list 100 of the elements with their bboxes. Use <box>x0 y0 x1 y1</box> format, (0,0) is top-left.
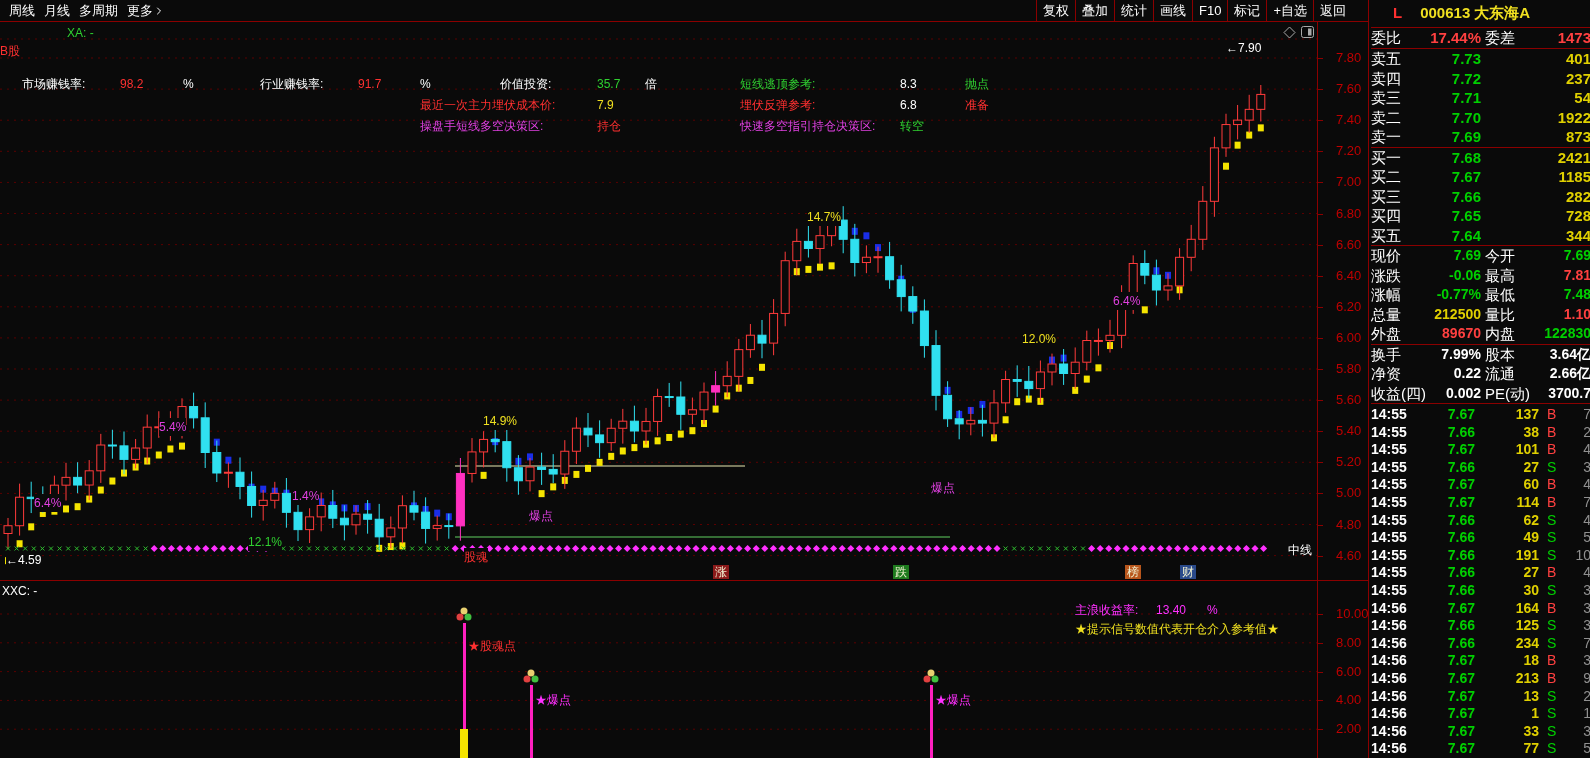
tick-price: 7.66 <box>1446 511 1475 530</box>
tick-volume: 1 <box>1530 705 1539 723</box>
toolbar-button[interactable]: 统计 <box>1114 0 1153 21</box>
event-tag[interactable]: 财 <box>1180 565 1196 579</box>
tick-count: 1 <box>1582 705 1590 723</box>
period-tab[interactable]: 周线 <box>9 0 35 21</box>
axis-label: 6.40 <box>1336 268 1362 283</box>
trend-label: 中线 <box>1288 542 1312 559</box>
toolbar-button[interactable]: 标记 <box>1227 0 1267 21</box>
indicator-value: 7.9 <box>597 96 615 114</box>
axis-label: 7.60 <box>1336 82 1362 97</box>
chart-annotation: 5.4% <box>159 418 187 436</box>
signal-note: ★提示信号数值代表开仓介入参考值★ <box>1075 621 1279 638</box>
tick-price: 7.67 <box>1446 652 1475 670</box>
quote-label: 净资 <box>1371 364 1402 384</box>
quote-value: 7.69 <box>1452 246 1481 265</box>
tick-time: 14:56 <box>1371 740 1408 758</box>
tick-time: 14:55 <box>1371 406 1408 424</box>
tick-price: 7.67 <box>1446 406 1475 424</box>
tick-side: B <box>1546 652 1558 670</box>
tick-side: S <box>1546 511 1558 530</box>
indicator-unit: 倍 <box>645 75 658 93</box>
event-tag[interactable]: 榜 <box>1125 565 1141 579</box>
tick-count: 3 <box>1582 458 1590 477</box>
tick-price: 7.66 <box>1446 564 1475 582</box>
period-tab[interactable]: 多周期 <box>79 0 118 21</box>
tick-volume: 30 <box>1522 581 1539 600</box>
indicator-value: 6.8 <box>900 96 918 114</box>
indicator-label: 快速多空指引持仓决策区: <box>740 117 877 135</box>
toolbar-button[interactable]: F10 <box>1192 0 1228 21</box>
order-level-label: 卖五 <box>1371 49 1402 69</box>
tick-volume: 27 <box>1522 458 1539 477</box>
tick-time: 14:56 <box>1371 705 1408 723</box>
field-label: 委差 <box>1484 28 1516 48</box>
tick-price: 7.66 <box>1446 546 1475 565</box>
tick-price: 7.66 <box>1446 581 1475 600</box>
tick-time: 14:55 <box>1371 511 1408 530</box>
order-price: 7.67 <box>1450 167 1481 187</box>
order-level-label: 卖三 <box>1371 88 1402 108</box>
tick-side: S <box>1546 740 1558 758</box>
axis-label: 2.00 <box>1336 722 1362 737</box>
period-tab[interactable]: 月线 <box>44 0 70 21</box>
event-tag[interactable]: 涨 <box>713 565 729 579</box>
return-value: 13.40 <box>1156 602 1187 619</box>
signal-label: ★爆点 <box>535 692 571 709</box>
tick-time: 14:55 <box>1371 458 1408 477</box>
signal-volume-bar <box>460 729 468 758</box>
toolbar-button[interactable]: 画线 <box>1153 0 1192 21</box>
signal-balls-icon <box>923 669 939 685</box>
field-label: 委比 <box>1371 28 1402 48</box>
high-price-label: ←7.90 <box>1226 40 1262 57</box>
quote-label: 总量 <box>1371 304 1402 324</box>
quote-value: 3700.7 <box>1547 383 1590 403</box>
chart-annotation: 爆点 <box>931 479 955 497</box>
panel-icon[interactable] <box>1301 26 1314 38</box>
axis-label: 6.00 <box>1336 330 1362 345</box>
indicator-unit: % <box>420 75 432 93</box>
tick-price: 7.66 <box>1446 617 1475 635</box>
tick-time: 14:55 <box>1371 476 1408 494</box>
tick-time: 14:55 <box>1371 581 1408 600</box>
signal-balls-icon <box>523 669 539 685</box>
tick-price: 7.67 <box>1446 722 1475 741</box>
tick-time: 14:55 <box>1371 493 1408 512</box>
order-price: 7.64 <box>1450 225 1481 245</box>
tick-side: S <box>1546 617 1558 635</box>
tick-side: S <box>1546 529 1558 547</box>
toolbar-button[interactable]: 返回 <box>1313 0 1352 21</box>
diamond-icon[interactable] <box>1283 26 1296 39</box>
tick-price: 7.66 <box>1446 529 1475 547</box>
quote-value: 7.48 <box>1562 285 1590 304</box>
tick-volume: 213 <box>1514 669 1539 688</box>
tick-side: S <box>1546 634 1558 653</box>
return-label: 主浪收益率: <box>1075 602 1139 619</box>
indicator-label: 市场赚钱率: <box>22 75 87 93</box>
order-level-label: 买一 <box>1371 147 1402 167</box>
toolbar-button[interactable]: 复权 <box>1036 0 1075 21</box>
toolbar-button[interactable]: 叠加 <box>1075 0 1114 21</box>
tick-side: B <box>1546 476 1558 494</box>
chart-annotation: 6.4% <box>1113 292 1141 310</box>
order-level-label: 买四 <box>1371 206 1402 226</box>
quote-label: 流通 <box>1484 364 1516 384</box>
order-price: 7.66 <box>1450 186 1481 206</box>
order-price: 7.70 <box>1450 107 1481 127</box>
toolbar-button[interactable]: +自选 <box>1266 0 1313 21</box>
order-volume: 237 <box>1564 68 1590 88</box>
signal-label: ★股魂点 <box>468 638 516 655</box>
return-unit: % <box>1207 602 1218 619</box>
order-volume: 1185 <box>1557 167 1590 187</box>
tick-price: 7.67 <box>1446 740 1475 758</box>
event-tag[interactable]: 跌 <box>893 565 909 579</box>
tick-volume: 234 <box>1514 634 1539 653</box>
order-level-label: 卖一 <box>1371 127 1402 147</box>
period-tab[interactable]: 更多 <box>127 0 165 21</box>
tick-side: B <box>1546 423 1558 442</box>
quote-label: 涨跌 <box>1371 265 1402 285</box>
axis-label: 4.80 <box>1336 517 1362 532</box>
axis-label: 5.40 <box>1336 424 1362 439</box>
indicator-label: 价值投资: <box>500 75 553 93</box>
tick-price: 7.66 <box>1446 458 1475 477</box>
quote-label: 量比 <box>1484 304 1516 324</box>
